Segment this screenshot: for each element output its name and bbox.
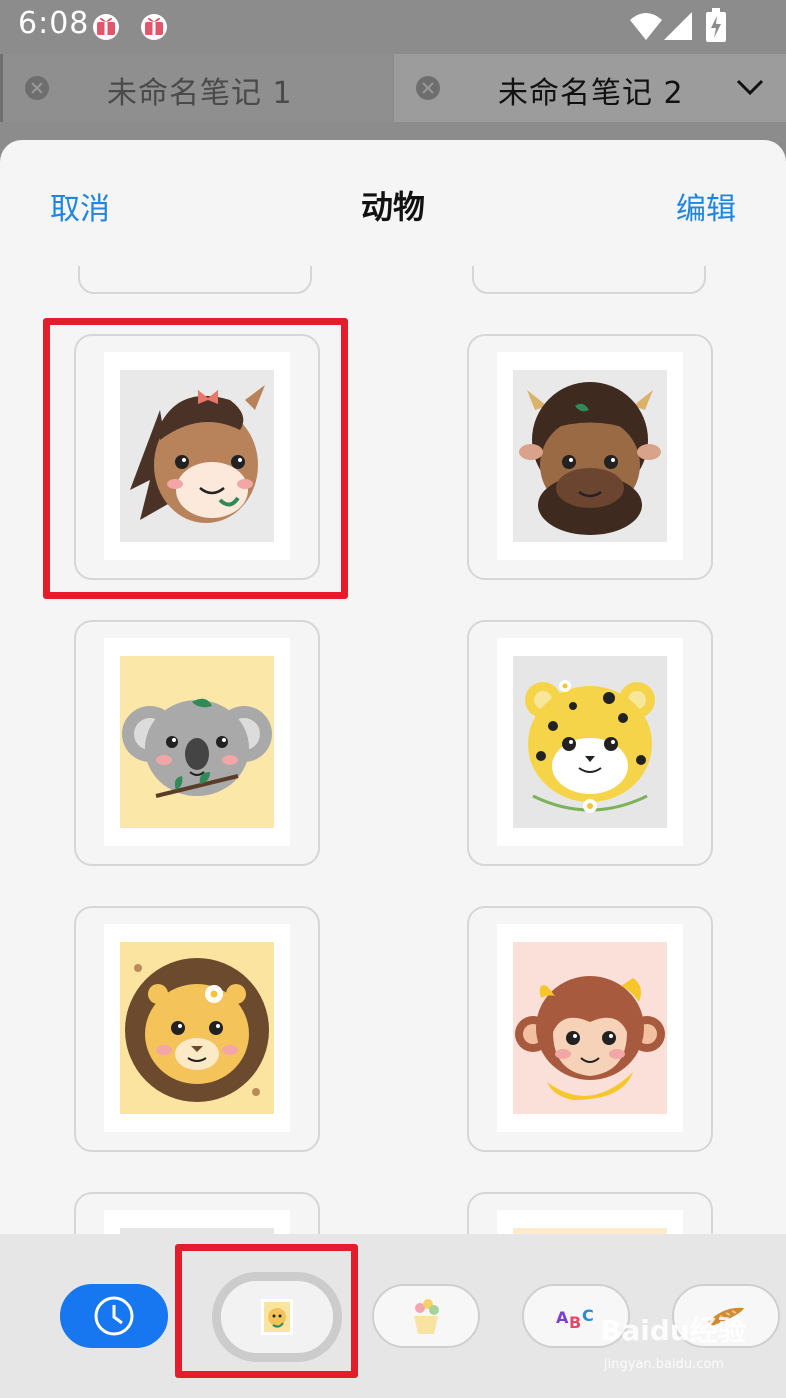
leopard-sticker-icon (513, 656, 667, 828)
status-time: 6:08 (18, 6, 90, 41)
sticker-card-leopard[interactable] (467, 620, 713, 866)
svg-text:B: B (569, 1313, 581, 1332)
sticker-card[interactable] (74, 1192, 320, 1234)
sticker-card-horse[interactable] (74, 334, 320, 580)
gift-notification-icon (141, 14, 167, 40)
chevron-down-icon[interactable] (736, 78, 764, 96)
sticker-frame (497, 352, 683, 560)
svg-text:A: A (556, 1308, 569, 1327)
category-flowers-button[interactable] (372, 1284, 480, 1348)
sticker-frame (104, 638, 290, 846)
sticker-frame (104, 1210, 290, 1234)
tab-label: 未命名笔记 2 (498, 76, 684, 111)
sticker-frame (497, 1210, 683, 1234)
close-tab-icon[interactable] (416, 76, 440, 100)
gift-notification-icon (93, 14, 119, 40)
baidu-jingyan-watermark: Baidu经验 jingyan.baidu.com (600, 1314, 746, 1372)
signal-icon (664, 12, 692, 40)
status-bar: 6:08 (0, 0, 786, 54)
sticker-grid (0, 266, 786, 1234)
tab-note-1[interactable]: 未命名笔记 1 (0, 54, 392, 122)
sticker-card[interactable] (467, 1192, 713, 1234)
koala-sticker-icon (120, 656, 274, 828)
flower-pot-category-icon (414, 1299, 439, 1334)
wifi-icon (630, 13, 662, 40)
battery-charging-icon (706, 8, 726, 42)
sticker-sheet: 取消 动物 编辑 A B C (0, 140, 786, 1398)
clock-icon (94, 1296, 134, 1336)
sticker-frame (497, 924, 683, 1132)
category-animals-button[interactable] (212, 1272, 342, 1362)
abc-category-icon: A B C (556, 1306, 594, 1332)
sticker-card-monkey[interactable] (467, 906, 713, 1152)
lion-sticker-icon (120, 942, 274, 1114)
sticker-card-lion[interactable] (74, 906, 320, 1152)
tab-label: 未命名笔记 1 (107, 76, 293, 111)
buffalo-sticker-icon (513, 370, 667, 542)
svg-text:C: C (582, 1306, 594, 1325)
sheet-header: 取消 动物 编辑 (0, 140, 786, 266)
close-tab-icon[interactable] (25, 76, 49, 100)
category-recent-button[interactable] (60, 1284, 168, 1348)
svg-text:jingyan.baidu.com: jingyan.baidu.com (603, 1357, 724, 1372)
sticker-card-buffalo[interactable] (467, 334, 713, 580)
horse-sticker-icon (120, 370, 274, 542)
tab-note-2[interactable]: 未命名笔记 2 (394, 54, 786, 122)
svg-text:Baidu经验: Baidu经验 (600, 1314, 746, 1347)
sticker-frame (104, 352, 290, 560)
sheet-title: 动物 (360, 188, 425, 226)
animal-category-icon (261, 1299, 293, 1335)
edit-button[interactable]: 编辑 (676, 184, 736, 228)
sticker-frame (104, 924, 290, 1132)
sticker-card[interactable] (78, 266, 312, 294)
note-tab-strip: 未命名笔记 1 未命名笔记 2 (0, 54, 786, 122)
monkey-sticker-icon (513, 942, 667, 1114)
sticker-frame (497, 638, 683, 846)
sticker-card[interactable] (472, 266, 706, 294)
sticker-card-koala[interactable] (74, 620, 320, 866)
